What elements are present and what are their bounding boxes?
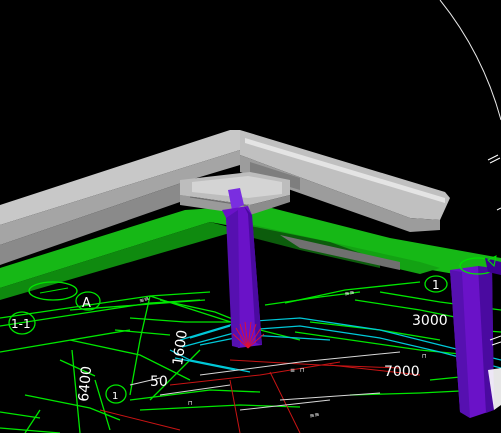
svg-text:⊓: ⊓ — [188, 400, 193, 407]
cad-3d-viewport[interactable]: ≡≡ ≡≡ ⊓ ⊓ ⊓ ≡ ≡≡ A 1-1 1 1600 50 6400 30… — [0, 0, 501, 433]
orbit-ring[interactable] — [439, 0, 501, 121]
svg-text:⊓: ⊓ — [422, 353, 427, 360]
dim-label-50: 50 — [150, 374, 168, 390]
svg-text:≡≡: ≡≡ — [309, 411, 320, 420]
small-label-1: 1 — [112, 391, 118, 402]
svg-text:≡≡: ≡≡ — [344, 289, 355, 298]
dim-label-6400: 6400 — [76, 365, 95, 402]
section-label: 1-1 — [11, 317, 31, 331]
model-canvas[interactable]: ≡≡ ≡≡ ⊓ ⊓ ⊓ ≡ ≡≡ A 1-1 1 1600 50 6400 30… — [0, 0, 501, 433]
svg-text:≡: ≡ — [290, 367, 295, 374]
column-2[interactable] — [450, 257, 501, 418]
dim-label-3000: 3000 — [412, 313, 448, 329]
dimension-labels: A 1-1 1 1600 50 6400 3000 7000 1 — [11, 278, 448, 402]
axis-label-a: A — [82, 296, 91, 311]
axis-label-1: 1 — [432, 278, 440, 292]
dim-label-7000: 7000 — [384, 364, 420, 380]
svg-text:⊓: ⊓ — [300, 367, 305, 374]
